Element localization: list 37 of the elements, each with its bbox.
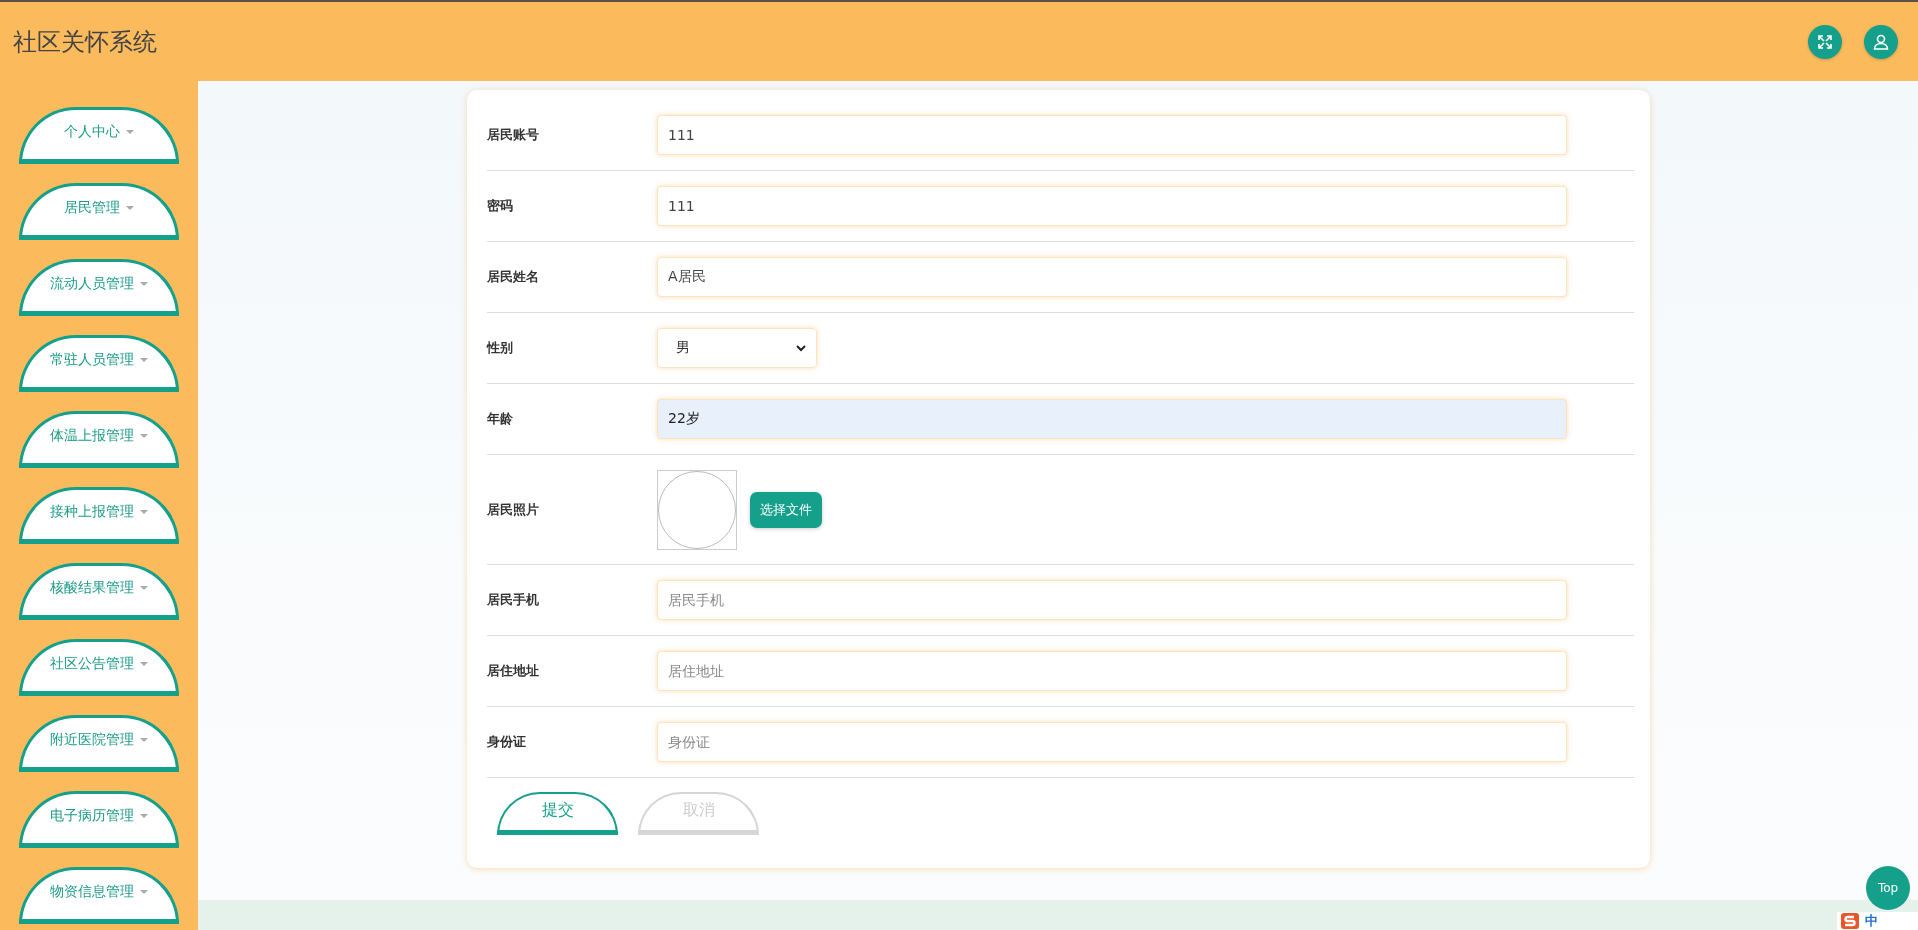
- field-label: 性别: [487, 339, 514, 357]
- submit-button[interactable]: 提交: [497, 792, 618, 835]
- sidebar-menu-item[interactable]: 物资信息管理: [19, 867, 179, 924]
- field-label: 身份证: [487, 733, 527, 751]
- input-field[interactable]: 22岁: [657, 399, 1567, 439]
- sidebar-menu-item[interactable]: 流动人员管理: [19, 259, 179, 316]
- input-field[interactable]: 111: [657, 186, 1567, 226]
- input-field[interactable]: 居民手机: [657, 580, 1567, 620]
- sidebar-menu-item[interactable]: 居民管理: [19, 183, 179, 240]
- sidebar-menu-item[interactable]: 电子病历管理: [19, 791, 179, 848]
- input-field[interactable]: A居民: [657, 257, 1567, 297]
- fullscreen-icon[interactable]: [1808, 24, 1842, 59]
- input-method-logo-icon: [1841, 913, 1859, 929]
- field-label: 居民姓名: [487, 268, 540, 286]
- input-field[interactable]: 111: [657, 115, 1567, 155]
- sidebar-menu-item[interactable]: 附近医院管理: [19, 715, 179, 772]
- sidebar-menu-item[interactable]: 核酸结果管理: [19, 563, 179, 620]
- field-label: 居民账号: [487, 126, 540, 144]
- field-label: 密码: [487, 197, 514, 215]
- input-field[interactable]: 居住地址: [657, 651, 1567, 691]
- field-label: 年龄: [487, 410, 514, 428]
- app-title: 社区关怀系统: [13, 26, 157, 58]
- chevron-down-icon: [796, 344, 806, 352]
- sidebar-menu-item[interactable]: 社区公告管理: [19, 639, 179, 696]
- input-field[interactable]: 身份证: [657, 722, 1567, 762]
- field-label: 居民照片: [487, 500, 540, 519]
- choose-file-button[interactable]: 选择文件: [750, 491, 822, 528]
- sidebar-menu-item[interactable]: 体温上报管理: [19, 411, 179, 468]
- gender-dropdown[interactable]: 男: [657, 328, 817, 368]
- sidebar-menu-item[interactable]: 常驻人员管理: [19, 335, 179, 392]
- sidebar-menu-item[interactable]: 接种上报管理: [19, 487, 179, 544]
- user-icon[interactable]: [1864, 24, 1898, 59]
- back-to-top-button[interactable]: Top: [1866, 866, 1910, 910]
- field-label: 居民手机: [487, 591, 540, 609]
- field-label: 居住地址: [487, 662, 540, 680]
- ime-toolbar[interactable]: 中: [1837, 912, 1918, 930]
- sidebar-menu-item[interactable]: 个人中心: [19, 107, 179, 164]
